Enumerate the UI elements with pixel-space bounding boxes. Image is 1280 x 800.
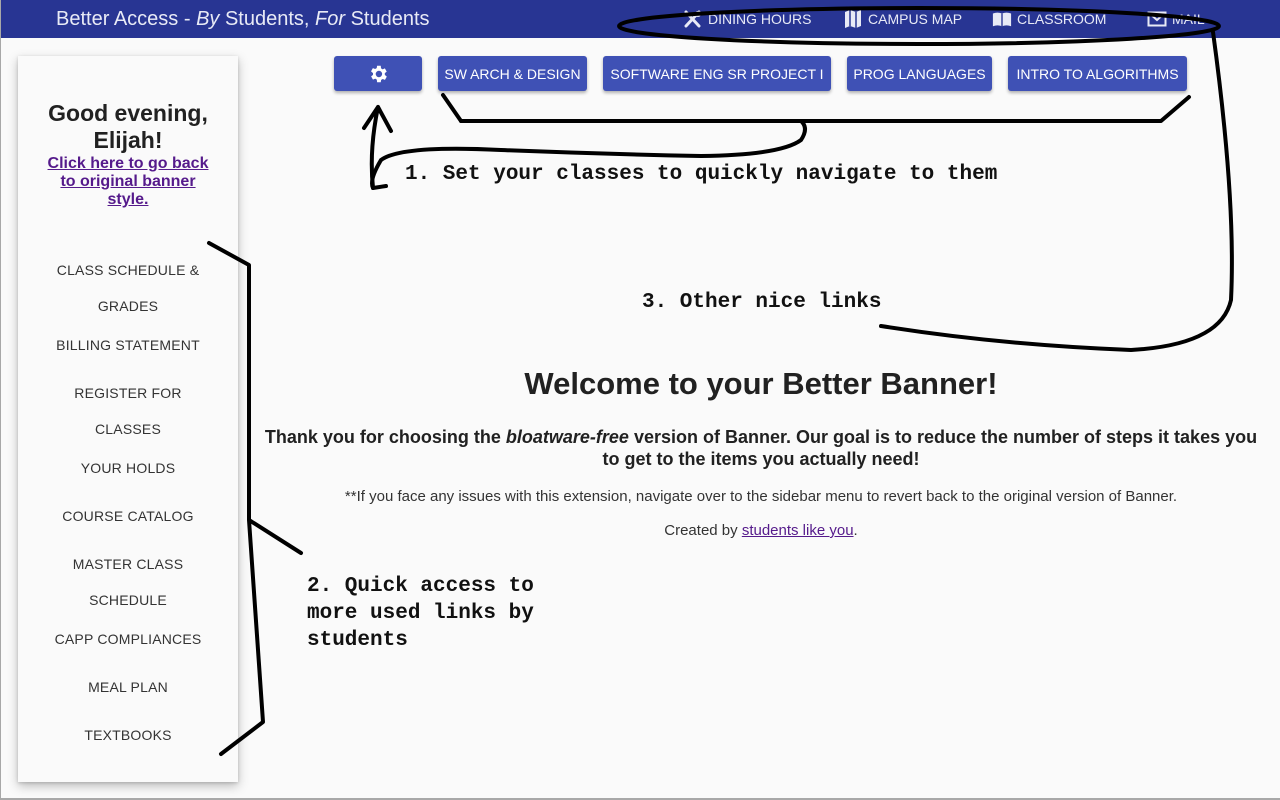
thanks-text: Thank you for choosing the bloatware-fre… — [261, 426, 1261, 470]
sidebar-item-capp[interactable]: CAPP COMPLIANCES — [38, 621, 218, 657]
app-title: Better Access - By Students, For Student… — [56, 8, 430, 31]
brand-prefix: Better Access - — [56, 8, 197, 30]
dining-hours-label: DINING HOURS — [708, 11, 812, 27]
created-pre: Created by — [664, 522, 742, 539]
sidebar: Good evening, Elijah! Click here to go b… — [18, 56, 238, 782]
greeting: Good evening, Elijah! — [48, 100, 208, 153]
class-settings-button[interactable] — [334, 56, 422, 91]
campus-map-label: CAMPUS MAP — [868, 11, 963, 27]
annotation-other-links: 3. Other nice links — [642, 291, 882, 314]
created-post: . — [853, 522, 858, 539]
sidebar-item-master-schedule[interactable]: MASTER CLASS SCHEDULE — [63, 546, 193, 618]
annotation-quick-access: 2. Quick access to more used links by st… — [307, 575, 534, 652]
class-button-software-eng[interactable]: SOFTWARE ENG SR PROJECT I — [603, 56, 831, 91]
welcome-heading: Welcome to your Better Banner! — [524, 366, 998, 401]
bracket-top-right — [459, 95, 1191, 123]
sidebar-item-class-schedule[interactable]: CLASS SCHEDULE & GRADES — [38, 252, 218, 324]
students-like-you-link[interactable]: students like you — [742, 522, 854, 539]
sidebar-item-billing[interactable]: BILLING STATEMENT — [38, 327, 218, 363]
mail-icon — [1147, 11, 1167, 27]
top-app-bar: Better Access - By Students, For Student… — [1, 0, 1280, 38]
thanks-post: version of Banner. Our goal is to reduce… — [602, 427, 1258, 469]
brand-for: For — [315, 8, 346, 30]
mail-link[interactable]: MAIL — [1147, 10, 1205, 28]
class-button-prog-languages[interactable]: PROG LANGUAGES — [847, 56, 992, 91]
issues-note: **If you face any issues with this exten… — [344, 488, 1178, 505]
annotation-set-classes: 1. Set your classes to quickly navigate … — [405, 163, 998, 186]
sidebar-item-catalog[interactable]: COURSE CATALOG — [38, 498, 218, 534]
arrow-to-gear — [362, 105, 393, 190]
sidebar-item-meal-plan[interactable]: MEAL PLAN — [38, 669, 218, 705]
dining-hours-link[interactable]: DINING HOURS — [683, 10, 811, 28]
utensils-icon — [684, 10, 701, 28]
classroom-link[interactable]: CLASSROOM — [992, 10, 1106, 28]
class-button-algorithms[interactable]: INTRO TO ALGORITHMS — [1008, 56, 1187, 91]
thanks-pre: Thank you for choosing the — [264, 427, 506, 447]
gear-icon — [371, 65, 387, 82]
created-by: Created by students like you. — [241, 522, 1280, 539]
brand-mid: Students, — [219, 8, 316, 30]
book-icon — [992, 12, 1012, 27]
classroom-label: CLASSROOM — [1017, 11, 1107, 27]
campus-map-link[interactable]: CAMPUS MAP — [843, 10, 962, 28]
class-button-sw-arch[interactable]: SW ARCH & DESIGN — [438, 56, 587, 91]
map-icon — [845, 10, 861, 28]
thanks-emphasis: bloatware-free — [505, 427, 629, 447]
brand-suffix: Students — [345, 8, 430, 30]
sidebar-item-textbooks[interactable]: TEXTBOOKS — [38, 717, 218, 753]
brand-by: By — [196, 8, 220, 30]
sidebar-item-register[interactable]: REGISTER FOR CLASSES — [68, 375, 188, 447]
sidebar-item-holds[interactable]: YOUR HOLDS — [38, 450, 218, 486]
revert-banner-link[interactable]: Click here to go back to original banner… — [44, 155, 212, 209]
mail-label: MAIL — [1172, 11, 1205, 27]
